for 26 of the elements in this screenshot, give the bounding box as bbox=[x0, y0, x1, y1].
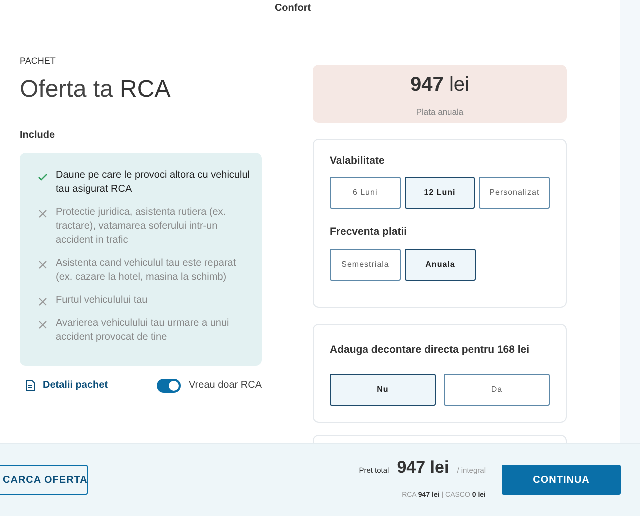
header-title: Confort bbox=[274, 3, 312, 15]
coverage-item: Daune pe care le provoci altora cu vehiculul tau asigurat RCA bbox=[56, 169, 250, 197]
toggle-label: Vreau doar RCA bbox=[189, 379, 262, 393]
option-button[interactable]: 6 Luni bbox=[330, 177, 401, 210]
option-button[interactable]: Semestriala bbox=[330, 249, 401, 281]
details-link[interactable]: Detalii pachet bbox=[43, 378, 108, 393]
price-amount: 947 lei bbox=[410, 74, 470, 96]
option-button[interactable]: Personalizat bbox=[479, 177, 550, 210]
continue-button[interactable]: CONTINUA bbox=[502, 465, 621, 495]
option-button[interactable]: Anuala bbox=[405, 249, 476, 281]
option-button[interactable]: Da bbox=[444, 374, 550, 406]
coverage-item: Furtul vehiculului tau bbox=[56, 294, 148, 308]
validity-label: Valabilitate bbox=[330, 154, 385, 166]
coverage-item: Avarierea vehiculului tau urmare a unui accident provocat de tine bbox=[56, 317, 230, 345]
total-amount: 947 lei bbox=[397, 457, 450, 480]
eyebrow-label: PACHET bbox=[20, 56, 56, 66]
option-button[interactable]: 12 Luni bbox=[404, 177, 476, 210]
settlement-label: Adauga decontare directa pentru 168 lei bbox=[330, 344, 530, 356]
page-title: Oferta ta RCA bbox=[20, 76, 171, 103]
coverage-item: Protectie juridica, asistenta rutiera (ex. tractare), vatamarea soferului intr-un accident in trafic bbox=[56, 206, 228, 248]
frequency-label: Frecventa platii bbox=[330, 226, 408, 238]
option-button[interactable]: Nu bbox=[330, 374, 436, 406]
price-caption: Plata anuala bbox=[416, 106, 464, 116]
coverage-item: Asistenta cand vehiculul tau este reparat (ex. cazare la hotel, masina la schimb) bbox=[56, 257, 238, 285]
load-offer-button[interactable]: CARCA OFERTA bbox=[0, 465, 88, 495]
section-label: Include bbox=[20, 130, 56, 141]
